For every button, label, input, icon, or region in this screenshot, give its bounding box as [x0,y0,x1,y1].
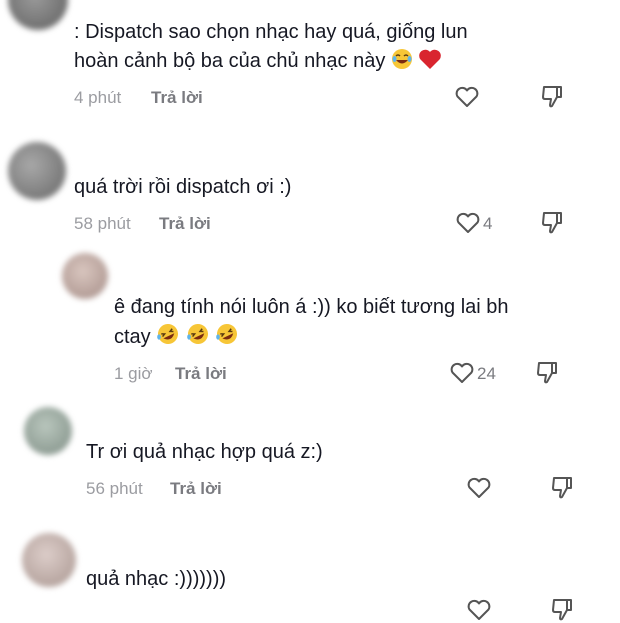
thumbs-down-outline-icon[interactable] [550,475,574,501]
heart-outline-icon[interactable] [466,476,492,500]
comment-timestamp: 58 phút [74,214,131,233]
like-count: 24 [477,364,496,383]
red-heart-emoji [419,49,442,69]
thumbs-down-outline-icon[interactable] [540,210,564,236]
thumbs-down-outline-icon[interactable] [540,84,564,110]
comment-text: quả nhạc :))))))) [86,568,227,590]
comment-text: ê đang tính nói luôn á :)) ko biết tương… [114,296,509,318]
avatar[interactable] [22,533,76,587]
thumbs-down-outline-icon[interactable] [550,597,574,623]
avatar[interactable] [8,142,66,200]
comment-timestamp: 1 giờ [114,364,153,383]
avatar[interactable] [8,0,68,30]
comment-text: : Dispatch sao chọn nhạc hay quá, giống … [74,21,468,43]
comment-timestamp: 56 phút [86,479,143,498]
rofl-emoji [157,324,179,344]
avatar[interactable] [24,407,72,455]
reply-button[interactable]: Trả lời [159,214,211,234]
heart-outline-icon[interactable] [449,361,475,385]
rofl-emoji [187,324,208,344]
comment-text: hoàn cảnh bộ ba của chủ nhạc này [74,47,442,76]
thumbs-down-outline-icon[interactable] [535,360,559,386]
reply-button[interactable]: Trả lời [151,88,203,108]
heart-outline-icon[interactable] [454,85,480,109]
like-count: 4 [483,214,493,233]
reply-button[interactable]: Trả lời [175,364,227,384]
reply-button[interactable]: Trả lời [170,479,222,499]
avatar[interactable] [62,253,108,299]
comment-timestamp: 4 phút [74,88,122,107]
heart-outline-icon[interactable] [455,211,481,235]
laughing-tears-emoji [391,49,412,69]
heart-outline-icon[interactable] [466,598,492,622]
comment-text: quá trời rồi dispatch ơi :) [74,176,292,198]
rofl-emoji [216,324,238,344]
comment-text: ctay [114,322,239,352]
comment-text: Tr ơi quả nhạc hợp quá z:) [86,441,323,463]
